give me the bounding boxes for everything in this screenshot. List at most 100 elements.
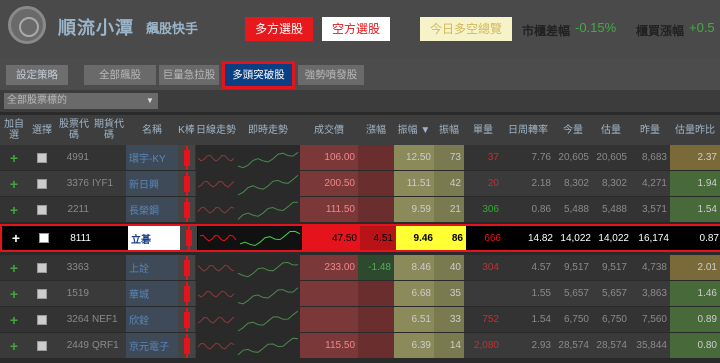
col-stock-code[interactable]: 股票代碼 [56,115,92,145]
futures-code: IYF1 [92,178,114,189]
change-value [358,197,394,222]
select-checkbox[interactable] [28,171,56,196]
checkbox-icon[interactable] [37,152,47,163]
stock-name[interactable]: 華城 [126,281,178,306]
col-kbar[interactable]: K棒 [178,115,195,145]
checkbox-icon[interactable] [37,340,47,351]
long-selection-button[interactable]: 多方選股 [245,17,313,41]
tab-bullish-breakout[interactable]: 多頭突破股 [222,61,295,89]
est-volume-value: 5,657 [601,288,627,299]
intraday-trend-icon [238,226,302,250]
change-value [358,307,394,332]
col-est-ratio[interactable]: 估量昨比 [670,115,720,145]
checkbox-icon[interactable] [37,288,47,299]
col-amplitude-sorted[interactable]: 振幅 ▼ [394,115,434,145]
select-checkbox[interactable] [30,226,58,250]
checkbox-icon[interactable] [37,204,47,215]
daily-trend-icon [197,316,235,324]
tab-all-stocks[interactable]: 全部飆股 [84,65,156,85]
prev-volume-value: 3,571 [641,204,667,215]
select-checkbox[interactable] [28,255,56,280]
add-watchlist-button[interactable]: + [0,171,28,196]
tab-set-strategy[interactable]: 設定策略 [6,65,68,85]
col-name[interactable]: 名稱 [126,115,178,145]
est-ratio-value: 2.37 [670,145,720,170]
select-checkbox[interactable] [28,145,56,170]
daily-trend-icon [197,206,235,214]
table-row[interactable]: +3363 上詮 233.00 -1.48 8.46 40 304 4.57 9,517 9,51… [0,255,720,281]
col-add-watchlist[interactable]: 加自選 [0,115,28,145]
stock-filter-select[interactable]: 全部股票標的 ▼ [4,93,158,109]
filter-bar: 全部股票標的 ▼ [0,90,720,112]
checkbox-icon[interactable] [39,233,49,243]
header-bar: 順流小潭 飆股快手 多方選股 空方選股 今日多空總覽 市櫃差幅 -0.15% 櫃… [0,0,720,58]
futures-code [92,281,126,306]
col-today-volume[interactable]: 今量 [554,115,592,145]
stock-name[interactable]: 上詮 [126,255,178,280]
col-select[interactable]: 選擇 [28,115,56,145]
single-volume-value: 2,080 [473,340,499,351]
app-window: 順流小潭 飆股快手 多方選股 空方選股 今日多空總覽 市櫃差幅 -0.15% 櫃… [0,0,720,363]
add-watchlist-button[interactable]: + [0,197,28,222]
stock-name[interactable]: 欣銓 [126,307,178,332]
checkbox-icon[interactable] [37,262,47,273]
est-ratio-value: 0.89 [670,307,720,332]
candle-icon [183,281,190,306]
col-single-volume[interactable]: 單量 [464,115,502,145]
stock-name[interactable]: 立碁 [128,226,180,250]
add-watchlist-button[interactable]: + [0,333,28,358]
col-change[interactable]: 漲幅 [358,115,394,145]
checkbox-icon[interactable] [37,178,47,189]
add-watchlist-button[interactable]: + [0,307,28,332]
amplitude-days: 33 [434,307,464,332]
tab-strong-surge[interactable]: 強勢噴發股 [298,65,364,85]
add-watchlist-button[interactable]: + [0,281,28,306]
col-intraday-trend[interactable]: 即時走勢 [236,115,300,145]
select-checkbox[interactable] [28,197,56,222]
intraday-trend-icon [236,197,300,222]
table-row[interactable]: +8111 立碁 47.50 4.51 9.46 86 666 14.82 14,022 14,0… [0,224,720,252]
col-daily-trend[interactable]: 日線走勢 [196,115,236,145]
table-row[interactable]: +2211 長榮鋼 111.50 9.59 21 306 0.86 5,488 5,488 3,5… [0,197,720,223]
brand-title: 順流小潭 [58,18,134,38]
intraday-trend-icon [236,333,300,358]
kbar-icon [178,333,195,358]
prev-volume-value: 35,844 [636,340,667,351]
futures-code: QRF1 [92,340,119,351]
add-watchlist-button[interactable]: + [2,226,30,250]
col-price[interactable]: 成交價 [300,115,358,145]
col-prev-volume[interactable]: 昨量 [630,115,670,145]
table-row[interactable]: +3376 IYF1 新日興 200.50 11.51 42 20 2.18 8,302 8,30… [0,171,720,197]
single-volume-value [464,281,502,306]
col-futures-code[interactable]: 期貨代碼 [92,115,126,145]
stock-code: 3363 [66,262,89,273]
col-amplitude[interactable]: 振幅 [434,115,464,145]
select-checkbox[interactable] [28,333,56,358]
daily-trend-icon [199,234,237,242]
stock-code: 3264 [66,314,89,325]
stock-name[interactable]: 新日興 [126,171,178,196]
stock-name[interactable]: 環宇-KY [126,145,178,170]
turnover-value: 1.54 [531,314,551,325]
strategy-tabs: 設定策略 全部飆股 巨量急拉股 多頭突破股 強勢噴發股 [0,58,720,90]
price-value: 200.50 [300,171,358,196]
table-row[interactable]: +2449 QRF1 京元電子 115.50 6.39 14 2,080 2.93 28,574… [0,333,720,359]
table-row[interactable]: +1519 華城 6.68 35 1.55 5,657 5,657 3,863 1.46 [0,281,720,307]
stock-name[interactable]: 長榮鋼 [126,197,178,222]
select-checkbox[interactable] [28,281,56,306]
tab-volume-surge[interactable]: 巨量急拉股 [159,65,219,85]
table-row[interactable]: +4991 環宇-KY 106.00 12.50 73 37 7.76 20,605 20,60… [0,145,720,171]
add-watchlist-button[interactable]: + [0,255,28,280]
select-checkbox[interactable] [28,307,56,332]
col-est-volume[interactable]: 估量 [592,115,630,145]
add-watchlist-button[interactable]: + [0,145,28,170]
table-row[interactable]: +3264 NEF1 欣銓 6.51 33 752 1.54 6,750 6,750 7,560 0… [0,307,720,333]
kbar-icon [178,171,195,196]
col-turnover[interactable]: 日周轉率 [502,115,554,145]
stock-name[interactable]: 京元電子 [126,333,178,358]
today-overview-button[interactable]: 今日多空總覽 [420,17,512,41]
short-selection-button[interactable]: 空方選股 [322,17,390,41]
single-volume-value: 306 [482,204,499,215]
single-volume-value: 37 [487,152,499,163]
checkbox-icon[interactable] [37,314,47,325]
